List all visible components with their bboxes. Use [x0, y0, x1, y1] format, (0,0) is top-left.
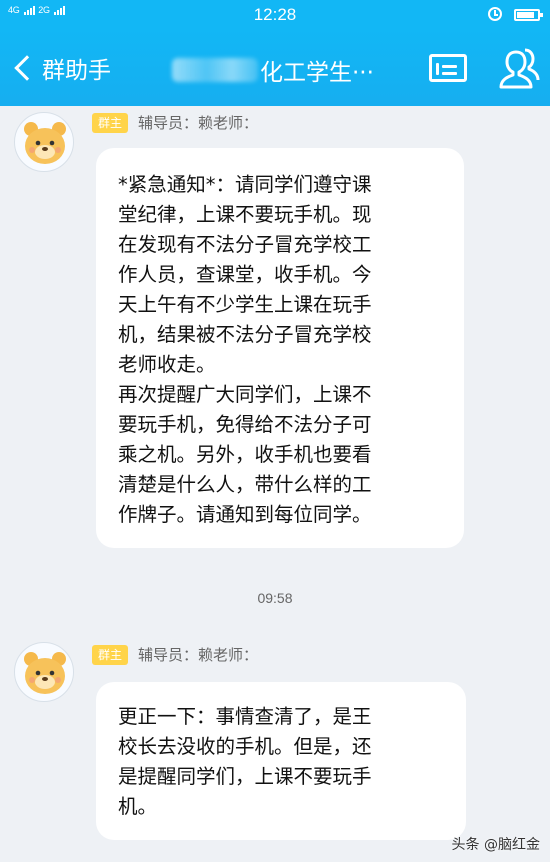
message-text: 更正一下：事情查清了，是王 校长去没收的手机。但是，还 是提醒同学们，上课不要玩… [118, 705, 372, 818]
back-label: 群助手 [42, 58, 111, 84]
message-bubble[interactable]: *紧急通知*：请同学们遵守课 堂纪律，上课不要玩手机。现 在发现有不法分子冒充学… [96, 148, 464, 548]
redacted-text [172, 58, 258, 82]
sender-line: 群主 辅导员：赖老师： [92, 644, 258, 665]
role-badge: 群主 [92, 112, 129, 133]
sender-name: 辅导员：赖老师： [138, 114, 259, 132]
sender-name: 辅导员：赖老师： [138, 646, 259, 664]
back-button[interactable]: 群助手 [12, 48, 111, 88]
battery-icon [514, 9, 543, 21]
message-bubble[interactable]: 更正一下：事情查清了，是王 校长去没收的手机。但是，还 是提醒同学们，上课不要玩… [96, 682, 466, 840]
watermark: 头条 @脑红金 [451, 837, 540, 853]
message-text: 再次提醒广大同学们，上课不 要玩手机，免得给不法分子可 乘之机。另外，收手机也要… [118, 383, 372, 526]
alarm-icon [488, 7, 502, 21]
chat-area: 群主 辅导员：赖老师： *紧急通知*：请同学们遵守课 堂纪律，上课不要玩手机。现… [0, 106, 550, 862]
chat-title: 化工学生··· [172, 53, 374, 87]
avatar[interactable] [14, 112, 74, 172]
time-divider: 09:58 [257, 590, 293, 606]
chat-title-text: 化工学生··· [260, 60, 374, 86]
group-members-icon[interactable] [494, 46, 540, 90]
role-badge: 群主 [92, 644, 129, 665]
status-time: 12:28 [253, 5, 297, 24]
chat-header: 群助手 化工学生··· [0, 30, 550, 106]
status-bar: 4G 2G 12:28 [0, 0, 550, 30]
profile-card-icon[interactable] [429, 54, 467, 82]
bear-avatar-icon [24, 652, 66, 694]
message-text: *紧急通知*：请同学们遵守课 堂纪律，上课不要玩手机。现 在发现有不法分子冒充学… [118, 173, 372, 376]
chevron-left-icon [14, 55, 40, 81]
avatar[interactable] [14, 642, 74, 702]
sender-line: 群主 辅导员：赖老师： [92, 112, 258, 133]
bear-avatar-icon [24, 122, 66, 164]
